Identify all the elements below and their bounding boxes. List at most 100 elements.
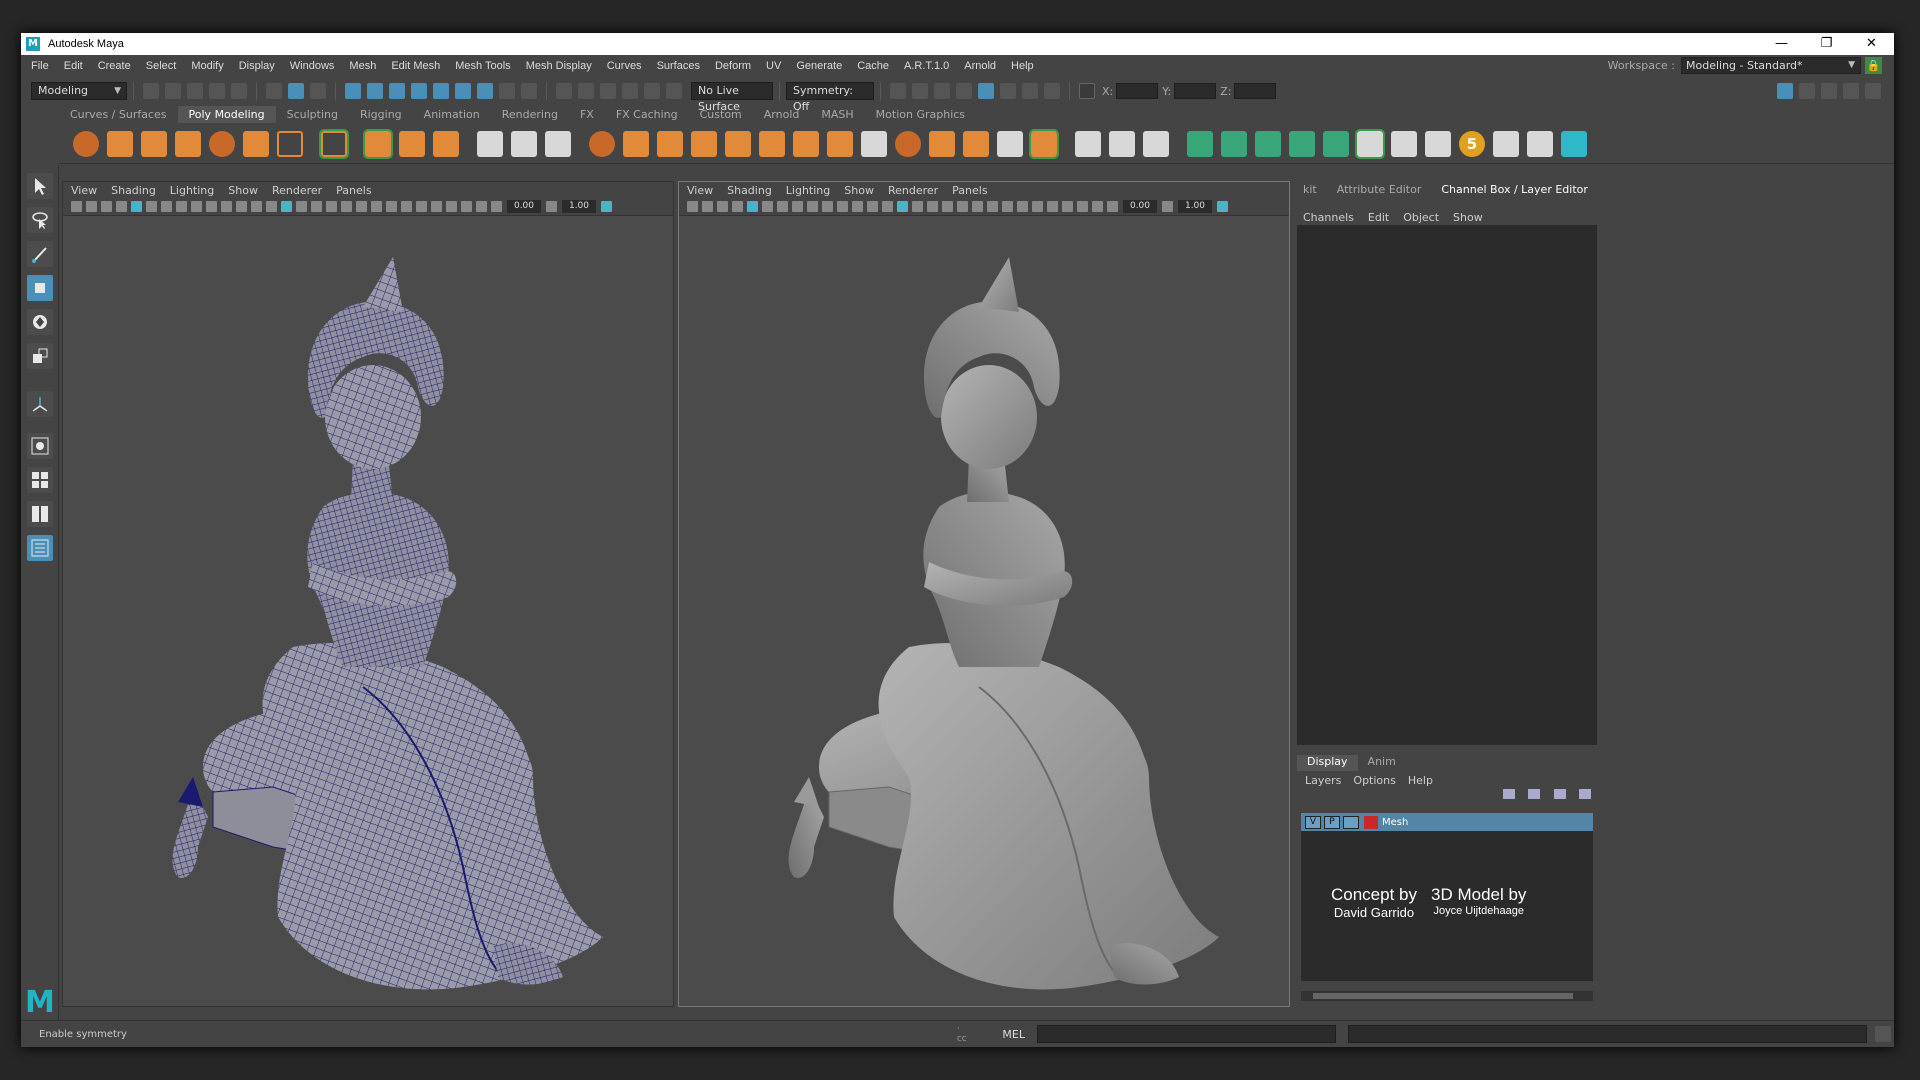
pivot-icon[interactable] [644, 83, 660, 99]
channels-menu[interactable]: Channels [1303, 211, 1354, 224]
vp-menu-lighting[interactable]: Lighting [786, 184, 830, 197]
edge-loop-icon[interactable] [1109, 130, 1135, 157]
cylindrical-uv-icon[interactable] [1221, 130, 1247, 157]
select-camera-icon[interactable] [687, 201, 698, 212]
color-management-icon[interactable] [601, 201, 612, 212]
four-view-layout-icon[interactable] [27, 467, 53, 493]
menu-surfaces[interactable]: Surfaces [657, 60, 700, 72]
menu-uv[interactable]: UV [766, 60, 781, 72]
select-component-icon[interactable] [310, 83, 326, 99]
textured-icon[interactable] [326, 201, 337, 212]
wireframe-on-shaded-icon[interactable] [311, 201, 322, 212]
shelf-tab-sculpting[interactable]: Sculpting [276, 106, 349, 123]
menu-create[interactable]: Create [98, 60, 131, 72]
workspace-dropdown[interactable]: Modeling - Standard* ▼ [1681, 57, 1861, 74]
channel-box-icon[interactable] [1865, 83, 1881, 99]
paint-select-tool-icon[interactable] [27, 241, 53, 267]
tool-settings-icon[interactable] [1843, 83, 1859, 99]
safe-title-icon[interactable] [867, 201, 878, 212]
shelf-tab-arnold[interactable]: Arnold [753, 106, 811, 123]
light-editor-icon[interactable] [1022, 83, 1038, 99]
vp-menu-panels[interactable]: Panels [336, 184, 371, 197]
viewport-shaded[interactable]: View Shading Lighting Show Renderer Pane… [678, 181, 1290, 1007]
menu-help[interactable]: Help [1011, 60, 1034, 72]
construction-history-icon[interactable] [556, 83, 572, 99]
platonic-solid-icon[interactable] [319, 128, 349, 159]
snap-surface-icon[interactable] [433, 83, 449, 99]
t-pose-icon[interactable] [1561, 130, 1587, 157]
select-hierarchy-icon[interactable] [266, 83, 282, 99]
menu-set-dropdown[interactable]: Modeling ▼ [31, 82, 127, 100]
coord-y-input[interactable] [1174, 83, 1217, 99]
use-all-lights-icon[interactable] [957, 201, 968, 212]
wireframe-icon[interactable] [882, 201, 893, 212]
vp-menu-renderer[interactable]: Renderer [888, 184, 938, 197]
snap-grid-icon[interactable] [345, 83, 361, 99]
shelf-tab-rendering[interactable]: Rendering [491, 106, 569, 123]
default-material-icon[interactable] [912, 201, 923, 212]
bookmark-icon[interactable] [101, 201, 112, 212]
safe-action-icon[interactable] [236, 201, 247, 212]
extrude-icon[interactable] [861, 130, 887, 157]
depth-of-field-icon[interactable] [1032, 201, 1043, 212]
safe-action-icon[interactable] [852, 201, 863, 212]
tab-modeling-toolkit[interactable]: kit [1293, 183, 1327, 196]
menu-generate[interactable]: Generate [796, 60, 842, 72]
save-scene-icon[interactable] [187, 83, 203, 99]
target-weld-icon[interactable] [1143, 130, 1169, 157]
menu-arnold[interactable]: Arnold [964, 60, 996, 72]
human-ik-icon[interactable] [1799, 83, 1815, 99]
vp-menu-shading[interactable]: Shading [111, 184, 156, 197]
poly-cube-icon[interactable] [107, 130, 133, 157]
menu-cache[interactable]: Cache [857, 60, 889, 72]
multisample-aa-icon[interactable] [401, 201, 412, 212]
attribute-editor-icon[interactable] [1821, 83, 1837, 99]
tab-attribute-editor[interactable]: Attribute Editor [1327, 183, 1432, 196]
multi-cut-icon[interactable] [1075, 130, 1101, 157]
grease-pencil-icon[interactable] [146, 201, 157, 212]
options-menu[interactable]: Options [1353, 774, 1395, 787]
render-view-icon[interactable] [890, 83, 906, 99]
camera-attributes-icon[interactable] [702, 201, 713, 212]
isolate-select-icon[interactable] [1047, 201, 1058, 212]
svg-icon[interactable] [433, 130, 459, 157]
show-menu[interactable]: Show [1453, 211, 1483, 224]
snap-live-ui-icon[interactable] [477, 83, 493, 99]
side-by-side-layout-icon[interactable] [27, 501, 53, 527]
automatic-uv-icon[interactable] [1289, 130, 1315, 157]
lasso-tool-icon[interactable] [27, 207, 53, 233]
grid-icon[interactable] [161, 201, 172, 212]
extract-icon[interactable] [657, 130, 683, 157]
boolean-icon[interactable] [725, 130, 751, 157]
2d-pan-zoom-icon[interactable] [131, 201, 142, 212]
poly-torus-icon[interactable] [209, 130, 235, 157]
edit-menu[interactable]: Edit [1368, 211, 1389, 224]
film-gate-icon[interactable] [176, 201, 187, 212]
camera-icon[interactable] [666, 83, 682, 99]
coord-z-input[interactable] [1234, 83, 1277, 99]
menu-display[interactable]: Display [239, 60, 275, 72]
xray-components-icon[interactable] [1092, 201, 1103, 212]
last-tool-icon[interactable] [27, 391, 53, 417]
use-all-lights-icon[interactable] [341, 201, 352, 212]
render-settings-icon[interactable] [956, 83, 972, 99]
new-layer-icon[interactable] [1553, 789, 1566, 799]
smooth-shade-icon[interactable] [897, 201, 908, 212]
vp-menu-renderer[interactable]: Renderer [272, 184, 322, 197]
combine-icon[interactable] [589, 130, 615, 157]
camera-attributes-icon[interactable] [86, 201, 97, 212]
shelf-tab-mash[interactable]: MASH [810, 106, 864, 123]
uv-checker-icon[interactable] [1355, 128, 1385, 159]
script-editor-tag[interactable]: · cc [957, 1024, 973, 1044]
shelf-tab-fx[interactable]: FX [569, 106, 605, 123]
shelf-tab-rigging[interactable]: Rigging [349, 106, 413, 123]
command-language[interactable]: MEL [1002, 1028, 1025, 1041]
tab-display-layers[interactable]: Display [1297, 755, 1358, 771]
shadows-icon[interactable] [972, 201, 983, 212]
exposure-field[interactable]: 0.00 [1123, 200, 1157, 213]
shadows-icon[interactable] [356, 201, 367, 212]
vp-menu-show[interactable]: Show [844, 184, 874, 197]
skull-icon[interactable] [1527, 130, 1553, 157]
poly-disc-icon[interactable] [277, 130, 303, 157]
safe-title-icon[interactable] [251, 201, 262, 212]
